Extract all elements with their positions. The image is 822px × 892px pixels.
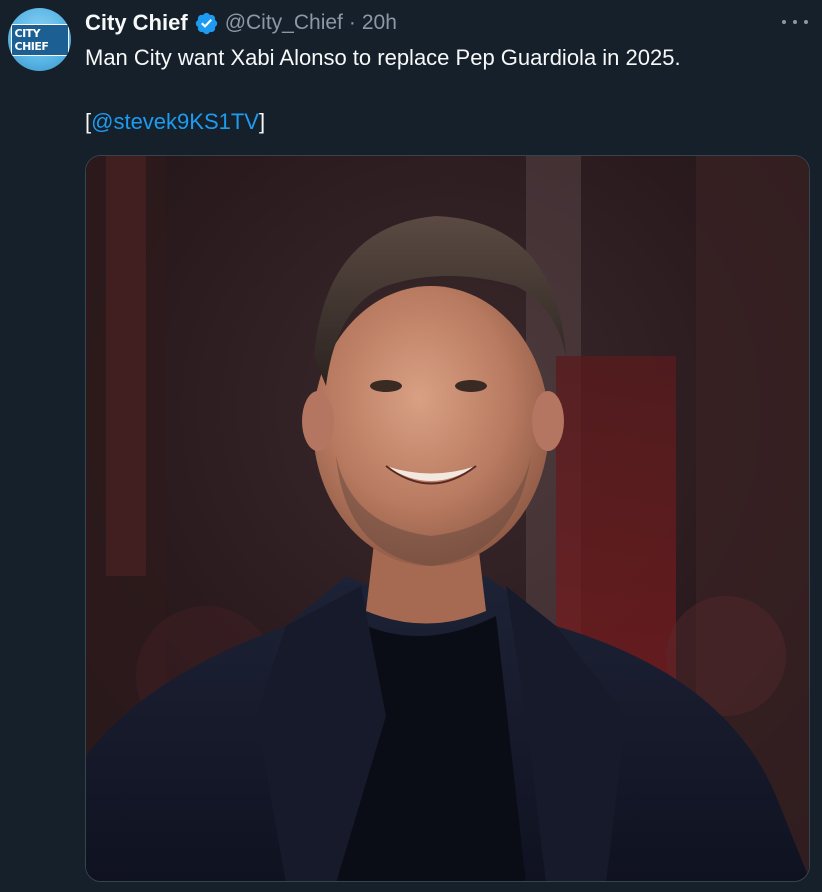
timestamp[interactable]: 20h	[362, 11, 397, 35]
more-dots-icon[interactable]	[782, 14, 808, 30]
club-crest-icon: CITY CHIEF	[10, 23, 69, 56]
more-dot	[804, 20, 808, 24]
mention-link[interactable]: @stevek9KS1TV	[91, 109, 259, 134]
photo-illustration	[86, 156, 809, 881]
verified-badge-icon	[195, 12, 217, 34]
avatar-logo-text: CITY CHIEF	[10, 23, 69, 56]
tweet-text: Man City want Xabi Alonso to replace Pep…	[85, 45, 681, 70]
more-dot	[793, 20, 797, 24]
author-handle[interactable]: @City_Chief	[225, 11, 343, 35]
tweet: CITY CHIEF City Chief @City_Chief · 20h …	[0, 0, 822, 892]
more-dot	[782, 20, 786, 24]
tweet-header: City Chief @City_Chief · 20h	[85, 8, 397, 38]
author-name[interactable]: City Chief	[85, 10, 188, 36]
bracket-close: ]	[258, 109, 266, 134]
separator-dot: ·	[348, 11, 356, 34]
tweet-source-line: [@stevek9KS1TV]	[85, 108, 265, 136]
tweet-photo[interactable]	[85, 155, 810, 882]
avatar[interactable]: CITY CHIEF	[8, 8, 71, 71]
